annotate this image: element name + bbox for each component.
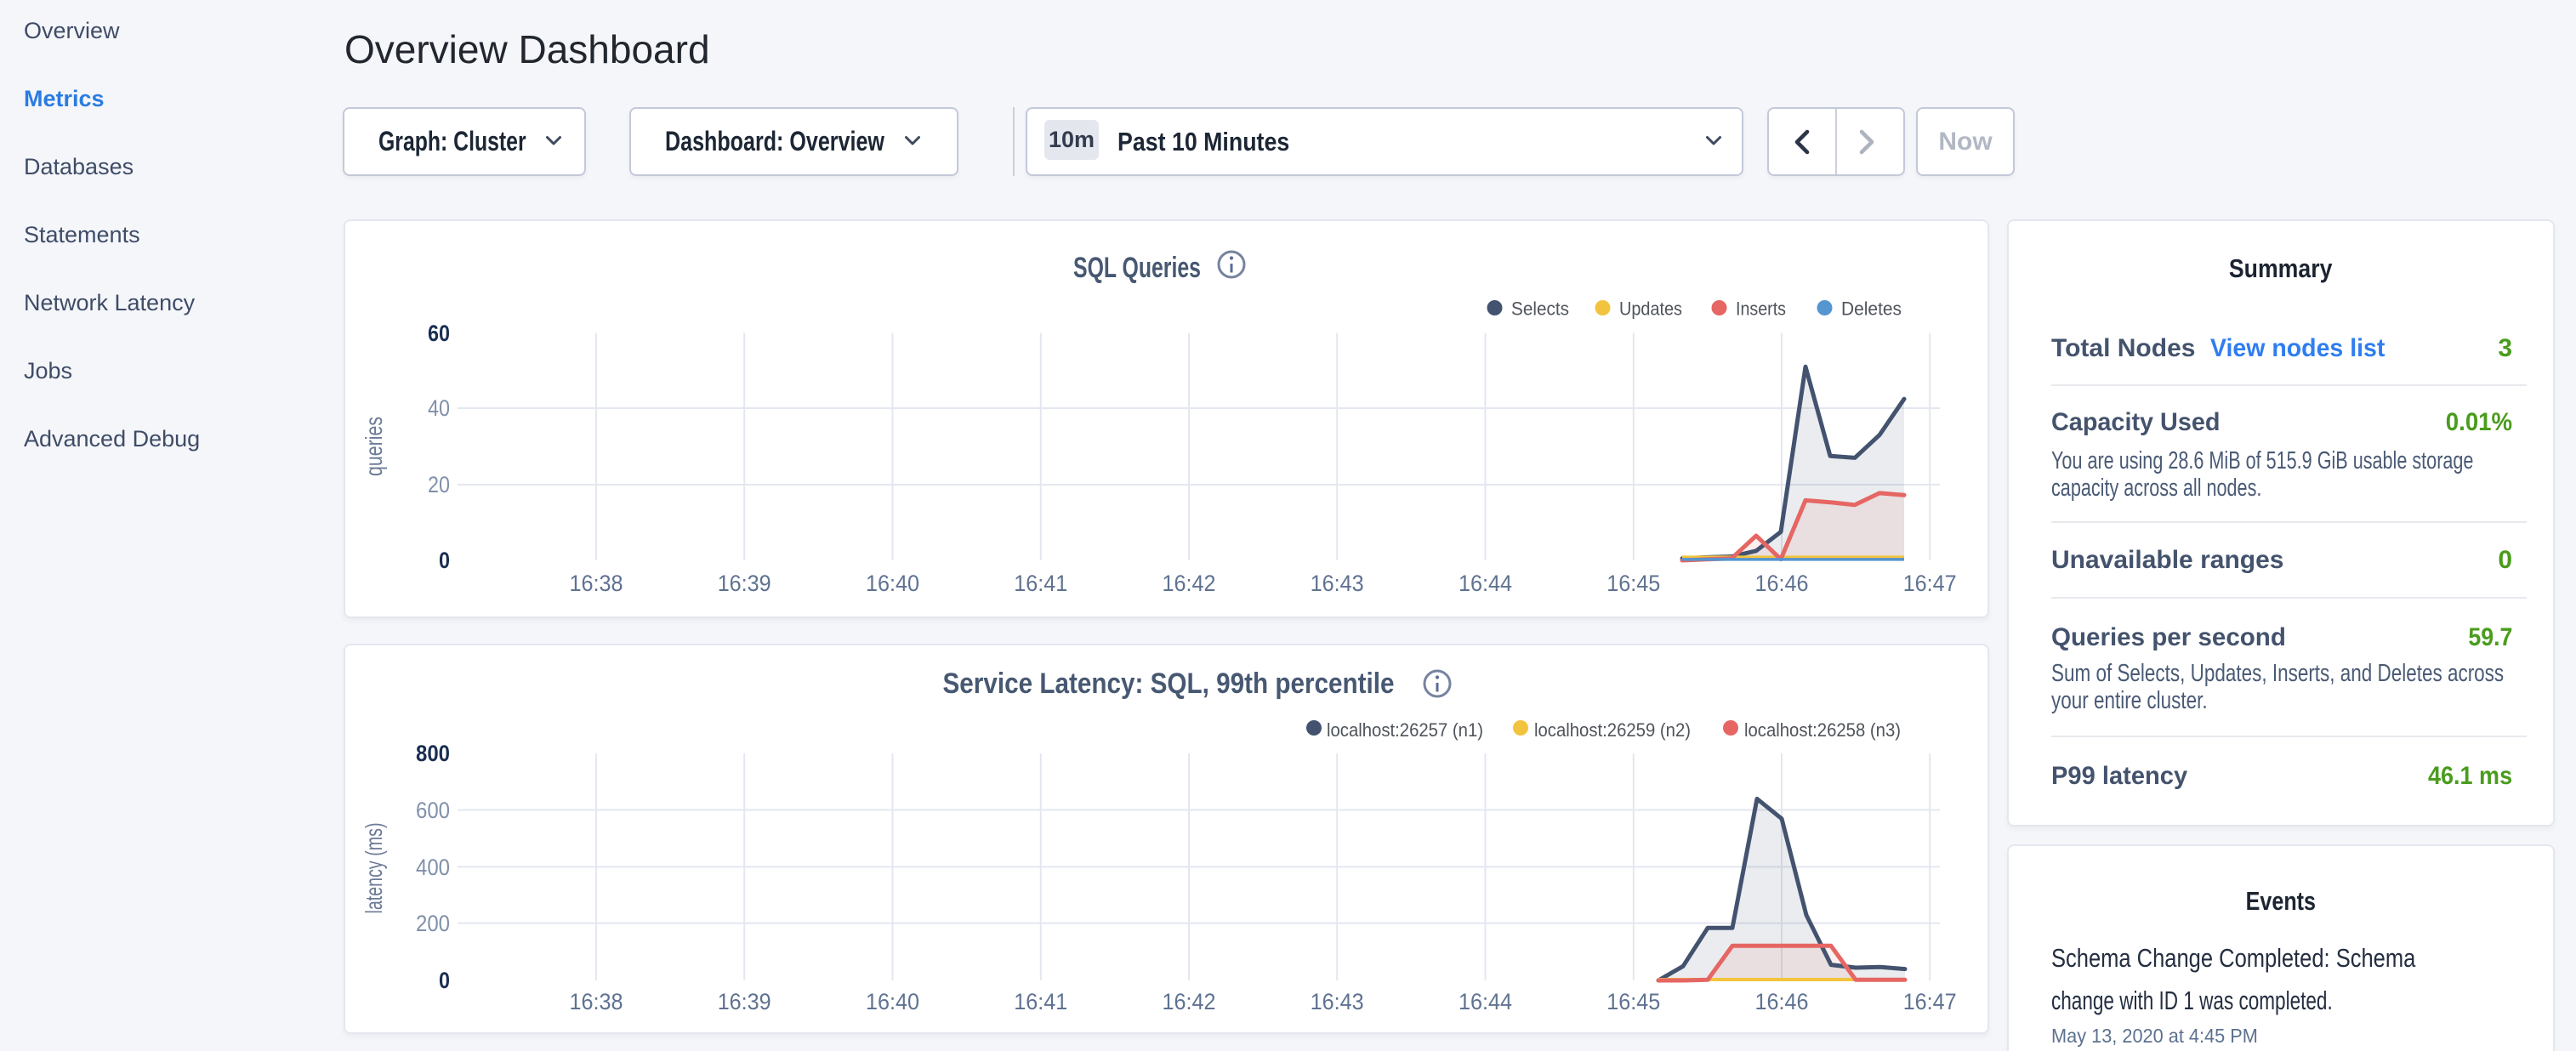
svg-text:16:43: 16:43 bbox=[1311, 989, 1364, 1014]
svg-text:16:43: 16:43 bbox=[1311, 571, 1364, 596]
svg-text:localhost:26259 (n2): localhost:26259 (n2) bbox=[1534, 719, 1691, 741]
svg-text:800: 800 bbox=[416, 741, 450, 766]
svg-text:0: 0 bbox=[439, 968, 450, 993]
svg-text:0: 0 bbox=[439, 548, 450, 573]
svg-text:16:47: 16:47 bbox=[1903, 989, 1957, 1014]
svg-text:40: 40 bbox=[428, 395, 450, 421]
svg-text:400: 400 bbox=[416, 855, 450, 880]
svg-text:16:40: 16:40 bbox=[866, 989, 919, 1014]
svg-text:16:46: 16:46 bbox=[1755, 571, 1809, 596]
svg-text:16:40: 16:40 bbox=[866, 571, 919, 596]
svg-text:16:41: 16:41 bbox=[1014, 989, 1067, 1014]
svg-text:16:38: 16:38 bbox=[570, 571, 623, 596]
svg-text:16:42: 16:42 bbox=[1163, 989, 1216, 1014]
svg-text:16:44: 16:44 bbox=[1459, 989, 1512, 1014]
svg-text:16:47: 16:47 bbox=[1903, 571, 1957, 596]
svg-text:16:38: 16:38 bbox=[570, 989, 623, 1014]
svg-text:200: 200 bbox=[416, 911, 450, 936]
svg-text:16:46: 16:46 bbox=[1755, 989, 1809, 1014]
svg-text:Inserts: Inserts bbox=[1736, 298, 1786, 320]
svg-text:16:45: 16:45 bbox=[1606, 571, 1660, 596]
svg-text:Updates: Updates bbox=[1619, 298, 1682, 320]
svg-text:localhost:26257 (n1): localhost:26257 (n1) bbox=[1327, 719, 1483, 741]
svg-text:Deletes: Deletes bbox=[1841, 298, 1902, 320]
svg-text:localhost:26258 (n3): localhost:26258 (n3) bbox=[1744, 719, 1901, 741]
svg-text:16:42: 16:42 bbox=[1163, 571, 1216, 596]
svg-text:16:39: 16:39 bbox=[718, 989, 771, 1014]
svg-text:Service Latency: SQL, 99th per: Service Latency: SQL, 99th percentile bbox=[943, 668, 1395, 700]
svg-text:60: 60 bbox=[428, 321, 450, 346]
svg-text:SQL Queries: SQL Queries bbox=[1073, 252, 1201, 284]
svg-text:16:39: 16:39 bbox=[718, 571, 771, 596]
svg-text:16:44: 16:44 bbox=[1459, 571, 1512, 596]
svg-text:20: 20 bbox=[428, 472, 450, 497]
svg-text:16:45: 16:45 bbox=[1606, 989, 1660, 1014]
svg-text:latency (ms): latency (ms) bbox=[361, 823, 387, 914]
svg-text:600: 600 bbox=[416, 798, 450, 823]
svg-text:16:41: 16:41 bbox=[1014, 571, 1067, 596]
svg-text:queries: queries bbox=[361, 417, 387, 476]
svg-text:Selects: Selects bbox=[1511, 298, 1569, 320]
